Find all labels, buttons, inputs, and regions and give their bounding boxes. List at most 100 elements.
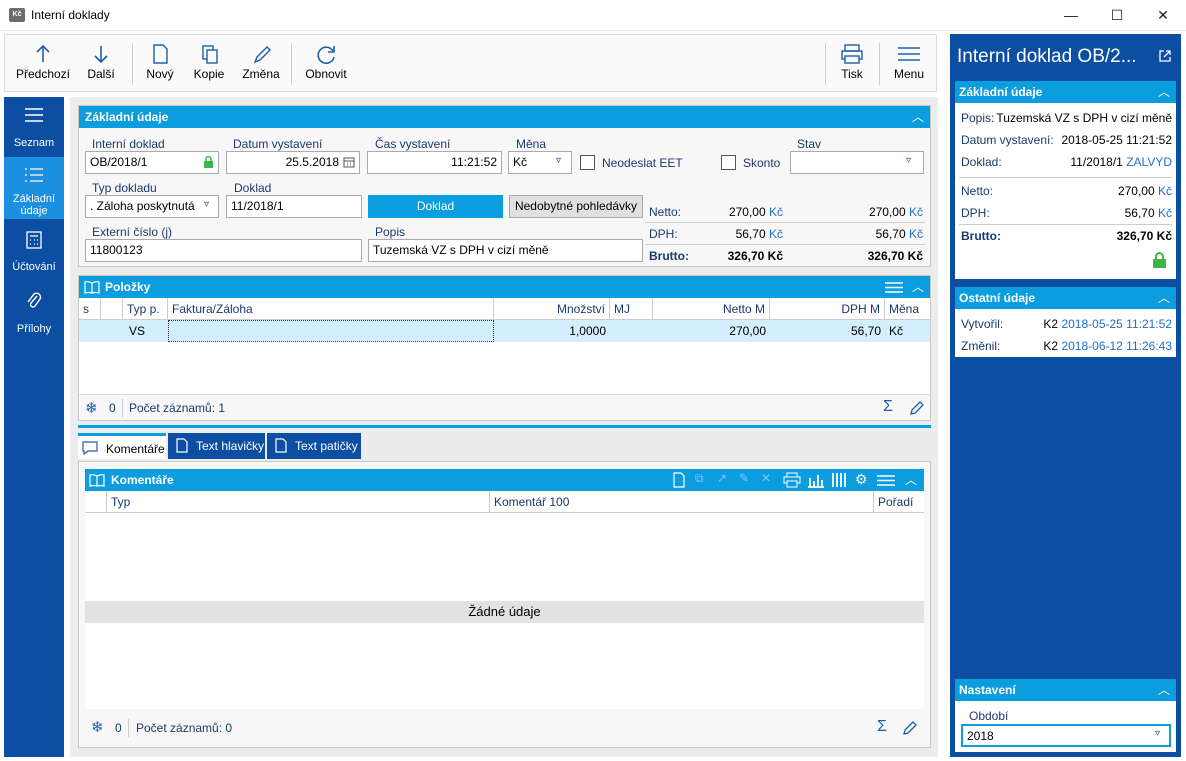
basic-data-panel: Základní údaje ︿ Interní doklad OB/2018/… bbox=[78, 105, 931, 267]
previous-button[interactable]: Předchozí bbox=[11, 35, 75, 91]
change-button[interactable]: Změna bbox=[237, 35, 285, 91]
nav-item-attachments[interactable]: Přílohy bbox=[4, 283, 64, 343]
tab-comments[interactable]: Komentáře bbox=[78, 433, 166, 459]
col-vat[interactable]: DPH M bbox=[770, 298, 885, 320]
chevron-up-icon[interactable]: ︿ bbox=[1154, 82, 1174, 102]
empty-message: Žádné údaje bbox=[85, 601, 924, 623]
chevron-up-icon[interactable]: ︿ bbox=[1154, 680, 1174, 700]
splitter[interactable] bbox=[78, 425, 931, 428]
issue-date-field[interactable]: 25.5.2018 bbox=[226, 151, 360, 174]
gear-icon[interactable]: ⚙ bbox=[855, 471, 868, 488]
nav-basic-label-1: Základní bbox=[12, 193, 56, 205]
internal-doc-field[interactable]: OB/2018/1 bbox=[85, 151, 219, 174]
calculator-icon bbox=[26, 231, 42, 249]
items-table-header: s Typ p. Faktura/Záloha Množství MJ Nett… bbox=[79, 298, 930, 320]
col-blank[interactable] bbox=[101, 298, 123, 320]
col-currency[interactable]: Měna bbox=[885, 298, 930, 320]
col-type[interactable]: Typ bbox=[107, 491, 490, 513]
menu-button[interactable]: Menu bbox=[885, 35, 933, 91]
minimize-button[interactable]: — bbox=[1048, 0, 1094, 31]
no-eet-checkbox[interactable] bbox=[580, 155, 595, 170]
toolbar-separator bbox=[879, 43, 880, 85]
col-comment[interactable]: Komentář 100 bbox=[490, 491, 874, 513]
menu-label: Menu bbox=[893, 67, 925, 81]
vat-value-2: 56,70 Kč bbox=[875, 227, 923, 241]
info-gross-value: 326,70 Kč bbox=[1116, 229, 1172, 243]
columns-icon[interactable] bbox=[831, 472, 847, 488]
pencil-icon[interactable] bbox=[902, 720, 918, 736]
delete-icon: ✕ bbox=[761, 471, 772, 485]
maximize-button[interactable]: ☐ bbox=[1094, 0, 1140, 31]
bad-debts-button[interactable]: Nedobytné pohledávky bbox=[509, 195, 643, 218]
refresh-button[interactable]: Obnovit bbox=[298, 35, 354, 91]
sum-icon[interactable]: Σ bbox=[877, 718, 887, 736]
table-row[interactable]: VS 1,0000 270,00 56,70 Kč bbox=[79, 320, 930, 342]
discount-checkbox[interactable] bbox=[721, 155, 736, 170]
document-field[interactable]: 11/2018/1 bbox=[226, 195, 362, 218]
info-desc-value: Tuzemská VZ s DPH v cizí měně bbox=[996, 111, 1172, 125]
sum-icon[interactable]: Σ bbox=[883, 398, 893, 416]
pencil-icon: ✎ bbox=[739, 471, 750, 485]
col-invoice[interactable]: Faktura/Záloha bbox=[168, 298, 494, 320]
calendar-icon[interactable] bbox=[343, 156, 355, 168]
print-button[interactable]: Tisk bbox=[831, 35, 873, 91]
list-icon bbox=[25, 168, 43, 182]
dropdown-icon[interactable]: ▿ bbox=[906, 155, 911, 166]
col-quantity[interactable]: Množství bbox=[494, 298, 610, 320]
col-s[interactable]: s bbox=[79, 298, 101, 320]
chevron-up-icon[interactable]: ︿ bbox=[908, 277, 928, 297]
close-button[interactable]: ✕ bbox=[1140, 0, 1186, 31]
tab-footer-text[interactable]: Text patičky bbox=[267, 433, 361, 459]
printer-icon[interactable] bbox=[783, 472, 801, 488]
currency-select[interactable]: Kč bbox=[508, 151, 572, 174]
chart-icon[interactable] bbox=[807, 472, 825, 488]
document-button[interactable]: Doklad bbox=[368, 195, 503, 218]
description-field[interactable]: Tuzemská VZ s DPH v cizí měně bbox=[368, 239, 643, 262]
chevron-up-icon[interactable]: ︿ bbox=[901, 470, 921, 490]
external-link-icon[interactable] bbox=[1158, 49, 1172, 63]
col-unit[interactable]: MJ bbox=[610, 298, 653, 320]
new-button[interactable]: Nový bbox=[139, 35, 181, 91]
nav-accounting-label: Účtování bbox=[12, 261, 56, 273]
state-select[interactable] bbox=[790, 151, 924, 174]
new-label: Nový bbox=[146, 67, 174, 81]
vat-value-1: 56,70 Kč bbox=[735, 227, 783, 241]
tab-header-text[interactable]: Text hlavičky bbox=[168, 433, 265, 459]
new-document-icon[interactable] bbox=[673, 472, 685, 488]
row-unit bbox=[610, 320, 653, 342]
col-net[interactable]: Netto M bbox=[653, 298, 770, 320]
row-invoice[interactable] bbox=[168, 320, 494, 342]
col-type[interactable]: Typ p. bbox=[123, 298, 168, 320]
hamburger-icon[interactable] bbox=[885, 281, 903, 294]
period-select[interactable]: 2018 bbox=[961, 724, 1171, 747]
snowflake-icon[interactable]: ❄ bbox=[85, 399, 98, 417]
vertical-splitter[interactable] bbox=[941, 34, 947, 757]
external-no-field[interactable]: 11800123 bbox=[85, 239, 362, 262]
doc-type-select[interactable]: . Záloha poskytnutá bbox=[85, 195, 219, 218]
dropdown-icon[interactable]: ▿ bbox=[204, 199, 209, 210]
col-blank[interactable] bbox=[85, 491, 107, 513]
snowflake-icon[interactable]: ❄ bbox=[91, 718, 104, 736]
nav-item-basic[interactable]: Základní údaje bbox=[4, 157, 64, 219]
next-button[interactable]: Další bbox=[75, 35, 127, 91]
info-date-label: Datum vystavení: bbox=[961, 133, 1054, 147]
nav-item-list[interactable]: Seznam bbox=[4, 97, 64, 155]
pencil-icon[interactable] bbox=[909, 400, 925, 416]
chevron-up-icon[interactable]: ︿ bbox=[908, 107, 928, 127]
hamburger-icon[interactable] bbox=[877, 474, 895, 487]
nav-list-label: Seznam bbox=[13, 137, 55, 149]
dropdown-icon[interactable]: ▿ bbox=[556, 155, 561, 166]
new-document-icon bbox=[153, 44, 168, 64]
nav-item-accounting[interactable]: Účtování bbox=[4, 221, 64, 281]
info-settings-header: Nastavení bbox=[955, 679, 1176, 701]
book-icon bbox=[89, 474, 105, 487]
dropdown-icon[interactable]: ▿ bbox=[1155, 728, 1160, 739]
issue-time-field[interactable]: 11:21:52 bbox=[367, 151, 502, 174]
internal-doc-label: Interní doklad bbox=[92, 137, 165, 151]
divider bbox=[959, 224, 1172, 225]
chevron-up-icon[interactable]: ︿ bbox=[1154, 288, 1174, 308]
copy-button[interactable]: Kopie bbox=[187, 35, 231, 91]
col-order[interactable]: Pořadí bbox=[874, 491, 924, 513]
gross-value-1: 326,70 Kč bbox=[727, 249, 783, 263]
items-status-bar: ❄ 0 Počet záznamů: 1 Σ bbox=[79, 394, 930, 420]
